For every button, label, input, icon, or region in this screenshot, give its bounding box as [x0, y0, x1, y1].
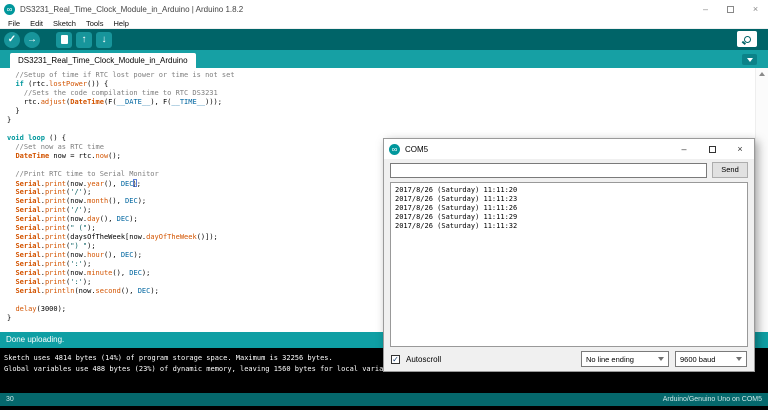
- chevron-down-icon: [747, 58, 753, 62]
- serial-title-bar: ∞ COM5 – ×: [384, 139, 754, 159]
- autoscroll-checkbox[interactable]: ✓: [391, 355, 400, 364]
- title-bar: ∞ DS3231_Real_Time_Clock_Module_in_Ardui…: [0, 0, 768, 18]
- document-icon: [61, 35, 68, 44]
- serial-input[interactable]: [390, 163, 707, 178]
- serial-monitor-window: ∞ COM5 – × Send 2017/8/26 (Saturday) 11:…: [383, 138, 755, 372]
- editor-scrollbar[interactable]: [755, 68, 768, 332]
- save-button[interactable]: ↓: [96, 32, 112, 48]
- maximize-icon: [727, 6, 734, 13]
- maximize-button[interactable]: [718, 0, 743, 18]
- verify-button[interactable]: ✓: [4, 32, 20, 48]
- status-message: Done uploading.: [6, 335, 64, 344]
- magnifier-icon: [744, 36, 751, 43]
- menu-tools[interactable]: Tools: [81, 18, 109, 29]
- serial-line: 2017/8/26 (Saturday) 11:11:29: [395, 213, 743, 222]
- serial-close-button[interactable]: ×: [726, 139, 754, 159]
- serial-line: 2017/8/26 (Saturday) 11:11:32: [395, 222, 743, 231]
- baud-rate-dropdown[interactable]: 9600 baud: [675, 351, 747, 367]
- serial-minimize-button[interactable]: –: [670, 139, 698, 159]
- baud-rate-value: 9600 baud: [680, 355, 715, 364]
- new-sketch-button[interactable]: [56, 32, 72, 48]
- open-button[interactable]: ↑: [76, 32, 92, 48]
- toolbar: ✓→ ↑↓: [0, 29, 768, 50]
- tab-menu-button[interactable]: [742, 54, 757, 65]
- close-button[interactable]: ×: [743, 0, 768, 18]
- tab-strip: DS3231_Real_Time_Clock_Module_in_Arduino: [0, 50, 768, 68]
- window-controls: – ×: [693, 0, 768, 18]
- minimize-button[interactable]: –: [693, 0, 718, 18]
- taskbar: [0, 406, 768, 410]
- serial-monitor-button[interactable]: [737, 31, 757, 47]
- serial-input-row: Send: [384, 159, 754, 181]
- chevron-down-icon: [736, 357, 742, 361]
- send-button[interactable]: Send: [712, 162, 748, 178]
- window-title: DS3231_Real_Time_Clock_Module_in_Arduino…: [20, 5, 693, 14]
- chevron-down-icon: [658, 357, 664, 361]
- tab-sketch[interactable]: DS3231_Real_Time_Clock_Module_in_Arduino: [10, 53, 196, 68]
- maximize-icon: [709, 146, 716, 153]
- board-port-indicator: Arduino/Genuino Uno on COM5: [663, 396, 762, 403]
- menu-sketch[interactable]: Sketch: [48, 18, 81, 29]
- line-ending-value: No line ending: [586, 355, 634, 364]
- serial-maximize-button[interactable]: [698, 139, 726, 159]
- serial-window-title: COM5: [405, 145, 670, 154]
- footer-bar: 30 Arduino/Genuino Uno on COM5: [0, 393, 768, 406]
- code-line: }: [7, 107, 768, 116]
- code-line: rtc.adjust(DateTime(F(__DATE__), F(__TIM…: [7, 98, 768, 107]
- arduino-ide-screen: ∞ DS3231_Real_Time_Clock_Module_in_Ardui…: [0, 0, 768, 410]
- serial-line: 2017/8/26 (Saturday) 11:11:23: [395, 195, 743, 204]
- line-number-indicator: 30: [6, 396, 14, 403]
- serial-line: 2017/8/26 (Saturday) 11:11:20: [395, 186, 743, 195]
- scroll-up-icon: [759, 72, 765, 76]
- code-line: //Sets the code compilation time to RTC …: [7, 89, 768, 98]
- code-line: }: [7, 116, 768, 125]
- serial-line: 2017/8/26 (Saturday) 11:11:26: [395, 204, 743, 213]
- serial-output-area[interactable]: 2017/8/26 (Saturday) 11:11:202017/8/26 (…: [390, 182, 748, 347]
- line-ending-dropdown[interactable]: No line ending: [581, 351, 669, 367]
- menu-bar: FileEditSketchToolsHelp: [0, 18, 768, 29]
- code-line: if (rtc.lostPower()) {: [7, 80, 768, 89]
- serial-bottom-bar: ✓ Autoscroll No line ending 9600 baud: [384, 347, 754, 371]
- upload-button[interactable]: →: [24, 32, 40, 48]
- autoscroll-label: Autoscroll: [406, 355, 575, 364]
- arduino-logo-icon: ∞: [4, 4, 15, 15]
- menu-edit[interactable]: Edit: [25, 18, 48, 29]
- menu-help[interactable]: Help: [108, 18, 133, 29]
- code-line: [7, 125, 768, 134]
- code-line: //Setup of time if RTC lost power or tim…: [7, 71, 768, 80]
- arduino-logo-icon: ∞: [389, 144, 400, 155]
- menu-file[interactable]: File: [3, 18, 25, 29]
